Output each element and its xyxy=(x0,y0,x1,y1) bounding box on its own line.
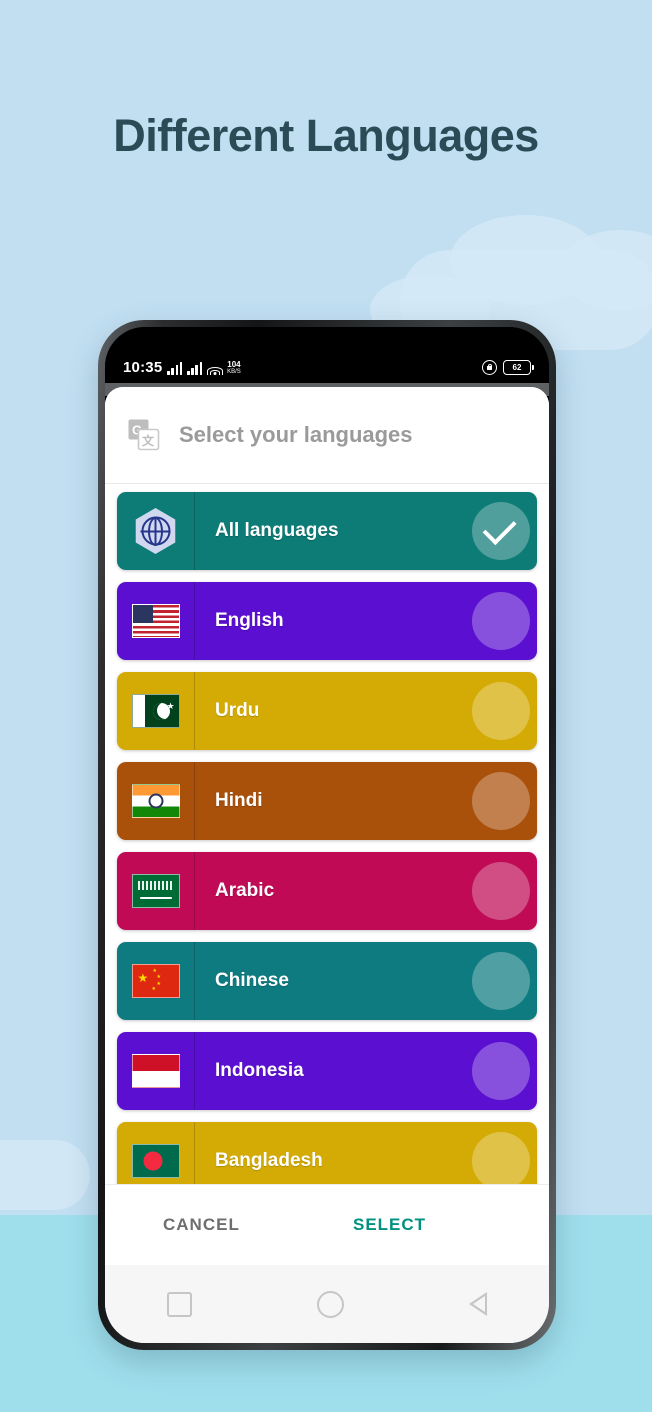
flag-united-states-icon xyxy=(117,582,195,660)
language-label: Indonesia xyxy=(215,1060,304,1081)
selection-indicator[interactable] xyxy=(472,682,530,740)
signal-bars-icon xyxy=(187,362,203,375)
language-label: All languages xyxy=(215,520,339,541)
lock-icon xyxy=(482,360,497,375)
selection-indicator[interactable] xyxy=(472,952,530,1010)
language-row-indonesia[interactable]: Indonesia xyxy=(117,1032,537,1110)
selection-indicator[interactable] xyxy=(472,1132,530,1190)
battery-icon: 62 xyxy=(503,360,534,375)
signal-bars-icon xyxy=(167,362,183,375)
battery-level: 62 xyxy=(512,362,522,372)
language-row-chinese[interactable]: ★ ★ ★ ★ ★ Chinese xyxy=(117,942,537,1020)
network-speed-value: 104 xyxy=(227,360,241,369)
status-bar-left: 10:35 104 KB/S xyxy=(123,360,241,375)
flag-india-icon xyxy=(117,762,195,840)
status-bar-right: 62 xyxy=(482,360,534,375)
cloud-shape xyxy=(0,1140,90,1210)
globe-hexagon-icon xyxy=(117,492,195,570)
triangle-back-icon[interactable] xyxy=(468,1292,487,1316)
selection-indicator[interactable] xyxy=(472,1042,530,1100)
language-row-all-languages[interactable]: All languages xyxy=(117,492,537,570)
page-title: Different Languages xyxy=(113,110,539,161)
language-label: Bangladesh xyxy=(215,1150,323,1171)
circle-home-icon[interactable] xyxy=(316,1290,344,1318)
language-label: Arabic xyxy=(215,880,275,901)
selection-indicator[interactable] xyxy=(472,862,530,920)
cancel-button[interactable]: CANCEL xyxy=(163,1215,240,1235)
language-row-arabic[interactable]: Arabic xyxy=(117,852,537,930)
app-screen: G 文 Select your languages All languages xyxy=(105,387,549,1343)
status-time: 10:35 xyxy=(123,359,163,376)
phone-screen-area: 10:35 104 KB/S 62 G 文 Select your langua… xyxy=(105,327,549,1343)
phone-mockup: 10:35 104 KB/S 62 G 文 Select your langua… xyxy=(98,320,556,1350)
selection-indicator[interactable] xyxy=(472,772,530,830)
language-label: Chinese xyxy=(215,970,289,991)
flag-pakistan-icon: ★ xyxy=(117,672,195,750)
language-label: Urdu xyxy=(215,700,260,721)
language-list[interactable]: All languages English ★ Urdu Hindi Arabi… xyxy=(105,484,549,1200)
language-row-hindi[interactable]: Hindi xyxy=(117,762,537,840)
language-label: English xyxy=(215,610,284,631)
select-button[interactable]: SELECT xyxy=(353,1215,426,1235)
dialog-actions: CANCEL SELECT xyxy=(105,1184,549,1265)
status-bar: 10:35 104 KB/S 62 xyxy=(105,327,549,383)
network-speed: 104 KB/S xyxy=(227,360,241,376)
square-recents-icon[interactable] xyxy=(167,1291,193,1317)
flag-indonesia-icon xyxy=(117,1032,195,1110)
network-speed-unit: KB/S xyxy=(227,369,241,375)
language-row-english[interactable]: English xyxy=(117,582,537,660)
language-label: Hindi xyxy=(215,790,263,811)
google-translate-icon: G 文 xyxy=(127,418,161,452)
check-icon xyxy=(482,511,517,546)
svg-text:文: 文 xyxy=(142,433,155,448)
dialog-title: Select your languages xyxy=(179,422,413,447)
android-nav-bar xyxy=(105,1265,549,1343)
selection-indicator-selected[interactable] xyxy=(472,502,530,560)
language-row-urdu[interactable]: ★ Urdu xyxy=(117,672,537,750)
flag-china-icon: ★ ★ ★ ★ ★ xyxy=(117,942,195,1020)
selection-indicator[interactable] xyxy=(472,592,530,650)
wifi-icon xyxy=(206,362,223,375)
dialog-header: G 文 Select your languages xyxy=(105,387,549,484)
flag-saudi-arabia-icon xyxy=(117,852,195,930)
